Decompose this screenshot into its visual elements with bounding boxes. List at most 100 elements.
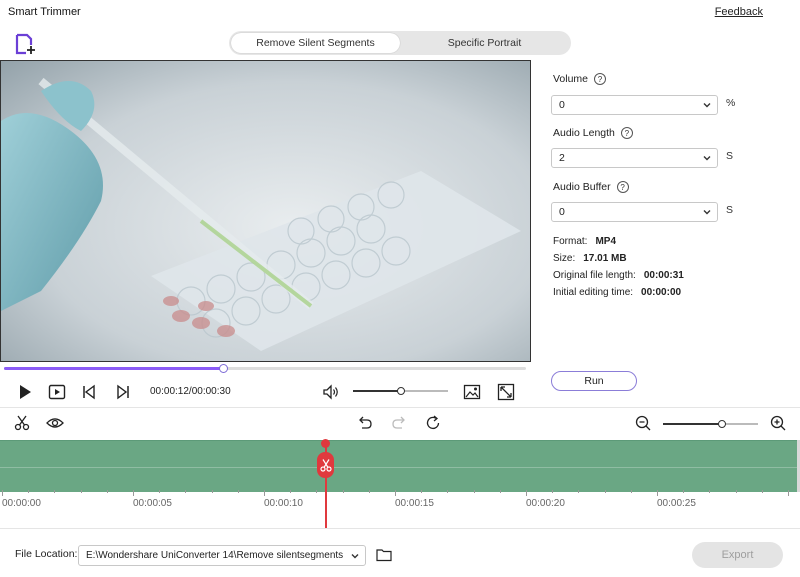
audio-buffer-label-text: Audio Buffer bbox=[553, 181, 611, 193]
audio-buffer-unit: S bbox=[726, 204, 734, 216]
ruler-tick bbox=[526, 490, 527, 496]
tab-specific-portrait[interactable]: Specific Portrait bbox=[400, 33, 569, 53]
ruler-tick bbox=[657, 490, 658, 496]
original-length-label: Original file length: bbox=[553, 270, 636, 281]
mode-tabs: Remove Silent Segments Specific Portrait bbox=[229, 31, 571, 55]
ruler-tick bbox=[237, 490, 239, 493]
initial-editing-time-value: 00:00:00 bbox=[641, 287, 682, 298]
volume-select[interactable]: 0 bbox=[551, 95, 718, 115]
ruler-tick bbox=[761, 490, 763, 493]
audio-buffer-select[interactable]: 0 bbox=[551, 202, 718, 222]
previous-frame-icon[interactable] bbox=[80, 383, 98, 401]
export-button[interactable]: Export bbox=[692, 542, 783, 568]
file-location-label: File Location: bbox=[15, 548, 78, 560]
ruler-tick-label: 00:00:00 bbox=[2, 498, 41, 509]
ruler-tick bbox=[211, 490, 213, 493]
feedback-link[interactable]: Feedback bbox=[715, 6, 763, 18]
volume-label-text: Volume bbox=[553, 73, 589, 85]
add-file-icon[interactable] bbox=[15, 33, 37, 55]
ruler-tick bbox=[421, 490, 423, 493]
snapshot-icon[interactable] bbox=[463, 383, 481, 401]
bottom-divider bbox=[0, 528, 800, 529]
ruler-tick bbox=[395, 490, 396, 496]
next-frame-icon[interactable] bbox=[114, 383, 132, 401]
ruler-tick bbox=[80, 490, 82, 493]
run-button[interactable]: Run bbox=[551, 371, 637, 391]
format-value: MP4 bbox=[595, 236, 617, 247]
volume-help-icon[interactable]: ? bbox=[594, 73, 607, 85]
volume-select-value: 0 bbox=[559, 99, 565, 111]
ruler-tick bbox=[473, 490, 475, 493]
play-icon[interactable] bbox=[16, 383, 34, 401]
redo-icon[interactable] bbox=[390, 414, 408, 432]
timeline-zoom-handle[interactable] bbox=[717, 420, 726, 428]
size-label: Size: bbox=[553, 253, 576, 264]
ruler-tick bbox=[133, 490, 134, 496]
ruler-tick-label: 00:00:15 bbox=[395, 498, 434, 509]
scissors-icon bbox=[319, 459, 332, 472]
timeline-zoom-slider[interactable] bbox=[663, 420, 758, 428]
eye-icon[interactable] bbox=[46, 414, 64, 432]
undo-icon[interactable] bbox=[356, 414, 374, 432]
player-volume-slider[interactable] bbox=[353, 387, 448, 395]
ruler-tick bbox=[709, 490, 711, 493]
audio-buffer-help-icon[interactable]: ? bbox=[616, 181, 629, 193]
volume-setting-label: Volume ? bbox=[553, 73, 607, 85]
playback-progress-fill bbox=[4, 367, 224, 370]
video-preview bbox=[0, 60, 531, 362]
ruler-tick bbox=[578, 490, 580, 493]
volume-unit: % bbox=[726, 97, 736, 109]
tab-remove-silent-segments[interactable]: Remove Silent Segments bbox=[231, 33, 400, 53]
format-info: Format: MP4 bbox=[553, 236, 616, 247]
folder-icon[interactable] bbox=[376, 547, 392, 563]
audio-length-unit: S bbox=[726, 150, 734, 162]
fullscreen-icon[interactable] bbox=[497, 383, 515, 401]
ruler-tick bbox=[630, 490, 632, 493]
audio-length-help-icon[interactable]: ? bbox=[620, 127, 633, 139]
zoom-out-icon[interactable] bbox=[634, 414, 652, 432]
audio-length-select[interactable]: 2 bbox=[551, 148, 718, 168]
cut-handle[interactable] bbox=[317, 452, 334, 478]
scissors-icon[interactable] bbox=[13, 414, 31, 432]
ruler-tick-label: 00:00:05 bbox=[133, 498, 172, 509]
preview-icon[interactable] bbox=[48, 383, 66, 401]
ruler-tick bbox=[290, 490, 292, 493]
player-volume-handle[interactable] bbox=[396, 387, 405, 395]
ruler-tick-label: 00:00:25 bbox=[657, 498, 696, 509]
initial-editing-time-info: Initial editing time: 00:00:00 bbox=[553, 287, 681, 298]
audio-length-select-value: 2 bbox=[559, 152, 565, 164]
ruler-tick bbox=[264, 490, 265, 496]
size-value: 17.01 MB bbox=[583, 253, 627, 264]
ruler-tick bbox=[683, 490, 685, 493]
file-location-select[interactable]: E:\Wondershare UniConverter 14\Remove si… bbox=[78, 545, 366, 566]
ruler-tick bbox=[368, 490, 370, 493]
playback-progress-handle[interactable] bbox=[219, 364, 229, 373]
chevron-down-icon bbox=[703, 103, 711, 108]
audio-buffer-select-value: 0 bbox=[559, 206, 565, 218]
player-controls: 00:00:12/00:00:30 bbox=[0, 378, 531, 406]
initial-editing-time-label: Initial editing time: bbox=[553, 287, 634, 298]
ruler-tick bbox=[735, 490, 737, 493]
playback-progress-bar[interactable] bbox=[4, 364, 526, 373]
window-title: Smart Trimmer bbox=[8, 6, 81, 18]
ruler-tick bbox=[499, 490, 501, 493]
playback-time: 00:00:12/00:00:30 bbox=[150, 386, 231, 397]
player-volume-fill bbox=[353, 390, 401, 392]
size-info: Size: 17.01 MB bbox=[553, 253, 627, 264]
ruler-tick bbox=[316, 490, 318, 493]
reset-icon[interactable] bbox=[424, 414, 442, 432]
file-location-value: E:\Wondershare UniConverter 14\Remove si… bbox=[86, 550, 344, 561]
ruler-tick-label: 00:00:20 bbox=[526, 498, 565, 509]
audio-length-label-text: Audio Length bbox=[553, 127, 615, 139]
zoom-in-icon[interactable] bbox=[769, 414, 787, 432]
clip-waveform-line bbox=[0, 467, 797, 468]
ruler-tick-label: 00:00:10 bbox=[264, 498, 303, 509]
ruler-tick bbox=[342, 490, 344, 493]
timeline-clip[interactable] bbox=[0, 440, 797, 492]
ruler-tick bbox=[447, 490, 449, 493]
original-length-info: Original file length: 00:00:31 bbox=[553, 270, 684, 281]
chevron-down-icon bbox=[703, 156, 711, 161]
playhead-marker[interactable] bbox=[321, 439, 330, 448]
volume-icon[interactable] bbox=[322, 383, 340, 401]
format-label: Format: bbox=[553, 236, 588, 247]
